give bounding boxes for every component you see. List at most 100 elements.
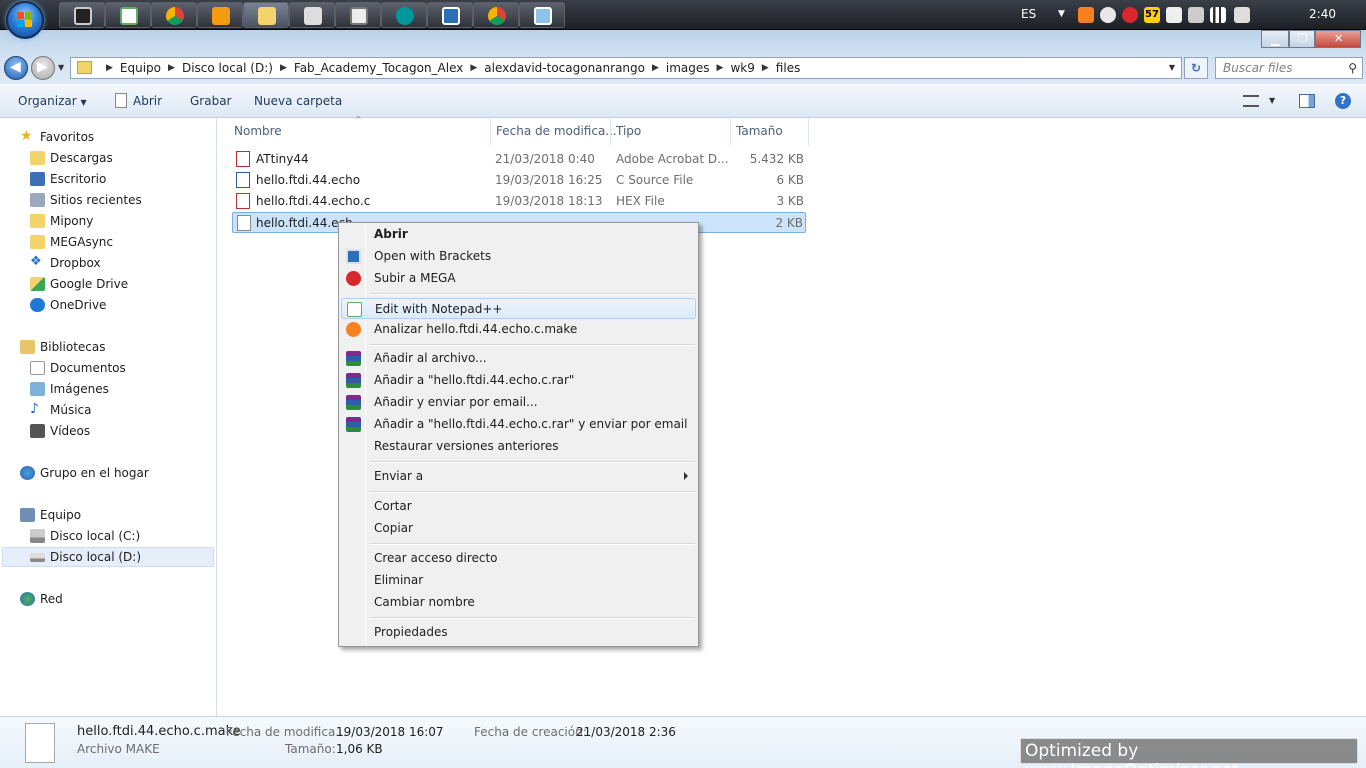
- avast-tray-icon[interactable]: [1078, 7, 1094, 23]
- taskbar-lamp-app[interactable]: [59, 2, 105, 28]
- taskbar-notepad-plus-plus[interactable]: [105, 2, 151, 28]
- submenu-arrow-icon: [684, 472, 688, 480]
- volume-icon[interactable]: [1234, 7, 1250, 23]
- menu-item-delete[interactable]: Eliminar: [341, 570, 696, 591]
- menu-item-add-rar[interactable]: Añadir a "hello.ftdi.44.echo.c.rar": [341, 370, 696, 391]
- chevron-right-icon[interactable]: ▶: [645, 61, 666, 75]
- crumb-files[interactable]: files: [776, 61, 801, 75]
- taskbar-chrome[interactable]: [151, 2, 197, 28]
- menu-item-add-rar-email[interactable]: Añadir a "hello.ftdi.44.echo.c.rar" y en…: [341, 414, 696, 435]
- recent-pages-icon[interactable]: ▼: [58, 63, 64, 72]
- notepad-plus-plus-icon: [120, 7, 138, 25]
- flag-tray-icon[interactable]: [1166, 7, 1182, 23]
- organize-button[interactable]: Organizar ▼: [18, 94, 87, 108]
- view-dropdown-icon[interactable]: ▼: [1269, 96, 1275, 105]
- back-button[interactable]: ◀: [4, 56, 28, 80]
- c-source-file-icon: [236, 172, 250, 188]
- column-date[interactable]: Fecha de modifica...: [496, 124, 617, 138]
- arrow-left-icon: ◀: [10, 59, 21, 75]
- menu-item-add-email[interactable]: Añadir y enviar por email...: [341, 392, 696, 413]
- menu-item-properties[interactable]: Propiedades: [341, 622, 696, 643]
- windows-logo-icon: [17, 12, 33, 28]
- signal-icon[interactable]: [1210, 7, 1226, 23]
- address-dropdown-icon[interactable]: ▼: [1169, 63, 1175, 72]
- crumb-fab-academy[interactable]: Fab_Academy_Tocagon_Alex: [294, 61, 463, 75]
- language-indicator[interactable]: ES: [1021, 7, 1036, 21]
- menu-item-notepad[interactable]: Edit with Notepad++: [341, 298, 696, 319]
- libraries-icon: [20, 340, 35, 354]
- search-input[interactable]: Buscar files ⚲: [1215, 57, 1363, 79]
- menu-item-cut[interactable]: Cortar: [341, 496, 696, 517]
- menu-item-avast-scan[interactable]: Analizar hello.ftdi.44.echo.c.make: [341, 319, 696, 340]
- videos-icon: [30, 424, 45, 438]
- search-icon[interactable]: ⚲: [1348, 61, 1357, 75]
- file-row-attiny44[interactable]: ATtiny44 21/03/2018 0:40 Adobe Acrobat D…: [232, 149, 806, 170]
- start-button[interactable]: [6, 1, 44, 39]
- view-options-icon[interactable]: [1243, 95, 1259, 107]
- forward-button[interactable]: ▶: [31, 56, 55, 80]
- menu-item-open-brackets[interactable]: Open with Brackets: [341, 246, 696, 267]
- minimize-icon: ▁: [1271, 33, 1280, 46]
- chevron-right-icon[interactable]: ▶: [463, 61, 484, 75]
- taskbar-file-explorer[interactable]: [243, 2, 289, 28]
- taskbar-brackets[interactable]: [427, 2, 473, 28]
- chevron-down-icon: ▼: [80, 98, 87, 107]
- burn-button[interactable]: Grabar: [190, 94, 232, 108]
- music-icon: ♪: [30, 401, 39, 417]
- clock[interactable]: 2:40: [1309, 7, 1336, 21]
- device-tray-icon[interactable]: [1188, 7, 1204, 23]
- details-created-value: 21/03/2018 2:36: [576, 725, 676, 739]
- onedrive-tray-icon[interactable]: [1100, 7, 1116, 23]
- organize-label: Organizar: [18, 94, 77, 108]
- folder-icon: [77, 61, 92, 74]
- file-row-hello-echo-c[interactable]: hello.ftdi.44.echo.c 19/03/2018 18:13 HE…: [232, 191, 806, 212]
- menu-item-restore-versions[interactable]: Restaurar versiones anteriores: [341, 436, 696, 457]
- maximize-button[interactable]: ❐: [1289, 30, 1315, 48]
- file-row-hello-echo[interactable]: hello.ftdi.44.echo 19/03/2018 16:25 C So…: [232, 170, 806, 191]
- crumb-wk9[interactable]: wk9: [730, 61, 754, 75]
- tray-expand-icon[interactable]: ▼: [1058, 9, 1065, 19]
- open-button[interactable]: Abrir: [133, 94, 162, 108]
- refresh-button[interactable]: ↻: [1184, 57, 1208, 79]
- crumb-disco-d[interactable]: Disco local (D:): [182, 61, 273, 75]
- dropbox-icon: ❖: [30, 254, 42, 269]
- crumb-alexdavid[interactable]: alexdavid-tocagonanrango: [484, 61, 645, 75]
- menu-item-mega[interactable]: Subir a MEGA: [341, 268, 696, 289]
- address-bar[interactable]: ▶ Equipo ▶ Disco local (D:) ▶ Fab_Academ…: [70, 57, 1182, 79]
- system-tray: ES ▼ 57 2:40: [1016, 0, 1366, 30]
- menu-item-send-to[interactable]: Enviar a: [341, 466, 696, 487]
- chevron-right-icon[interactable]: ▶: [161, 61, 182, 75]
- minimize-button[interactable]: ▁: [1261, 30, 1289, 48]
- menu-item-rename[interactable]: Cambiar nombre: [341, 592, 696, 613]
- taskbar-image-viewer[interactable]: [519, 2, 565, 28]
- search-placeholder: Buscar files: [1223, 61, 1293, 75]
- chevron-right-icon[interactable]: ▶: [755, 61, 776, 75]
- window-titlebar: ▁ ❐ ✕: [0, 30, 1366, 52]
- crumb-images[interactable]: images: [666, 61, 710, 75]
- taskbar-inkscape[interactable]: [289, 2, 335, 28]
- help-icon[interactable]: ?: [1335, 93, 1351, 109]
- menu-item-open[interactable]: Abrir: [341, 224, 696, 245]
- badge-tray-icon[interactable]: 57: [1144, 7, 1160, 23]
- new-folder-button[interactable]: Nueva carpeta: [254, 94, 342, 108]
- chevron-right-icon[interactable]: ▶: [273, 61, 294, 75]
- desktop-icon: [30, 172, 45, 186]
- menu-item-add-archive[interactable]: Añadir al archivo...: [341, 348, 696, 369]
- chevron-right-icon[interactable]: ▶: [710, 61, 731, 75]
- mega-tray-icon[interactable]: [1122, 7, 1138, 23]
- close-button[interactable]: ✕: [1315, 30, 1361, 48]
- crumb-equipo[interactable]: Equipo: [120, 61, 161, 75]
- menu-item-copy[interactable]: Copiar: [341, 518, 696, 539]
- winrar-icon: [346, 417, 361, 432]
- taskbar-calculator[interactable]: [335, 2, 381, 28]
- taskbar-media-player[interactable]: [197, 2, 243, 28]
- taskbar-arduino[interactable]: [381, 2, 427, 28]
- preview-pane-icon[interactable]: [1299, 94, 1315, 108]
- column-name[interactable]: Nombre: [234, 124, 282, 138]
- column-type[interactable]: Tipo: [616, 124, 641, 138]
- column-size[interactable]: Tamaño: [736, 124, 783, 138]
- taskbar-chrome-2[interactable]: [473, 2, 519, 28]
- winrar-icon: [346, 395, 361, 410]
- chevron-right-icon[interactable]: ▶: [99, 61, 120, 75]
- menu-item-create-shortcut[interactable]: Crear acceso directo: [341, 548, 696, 569]
